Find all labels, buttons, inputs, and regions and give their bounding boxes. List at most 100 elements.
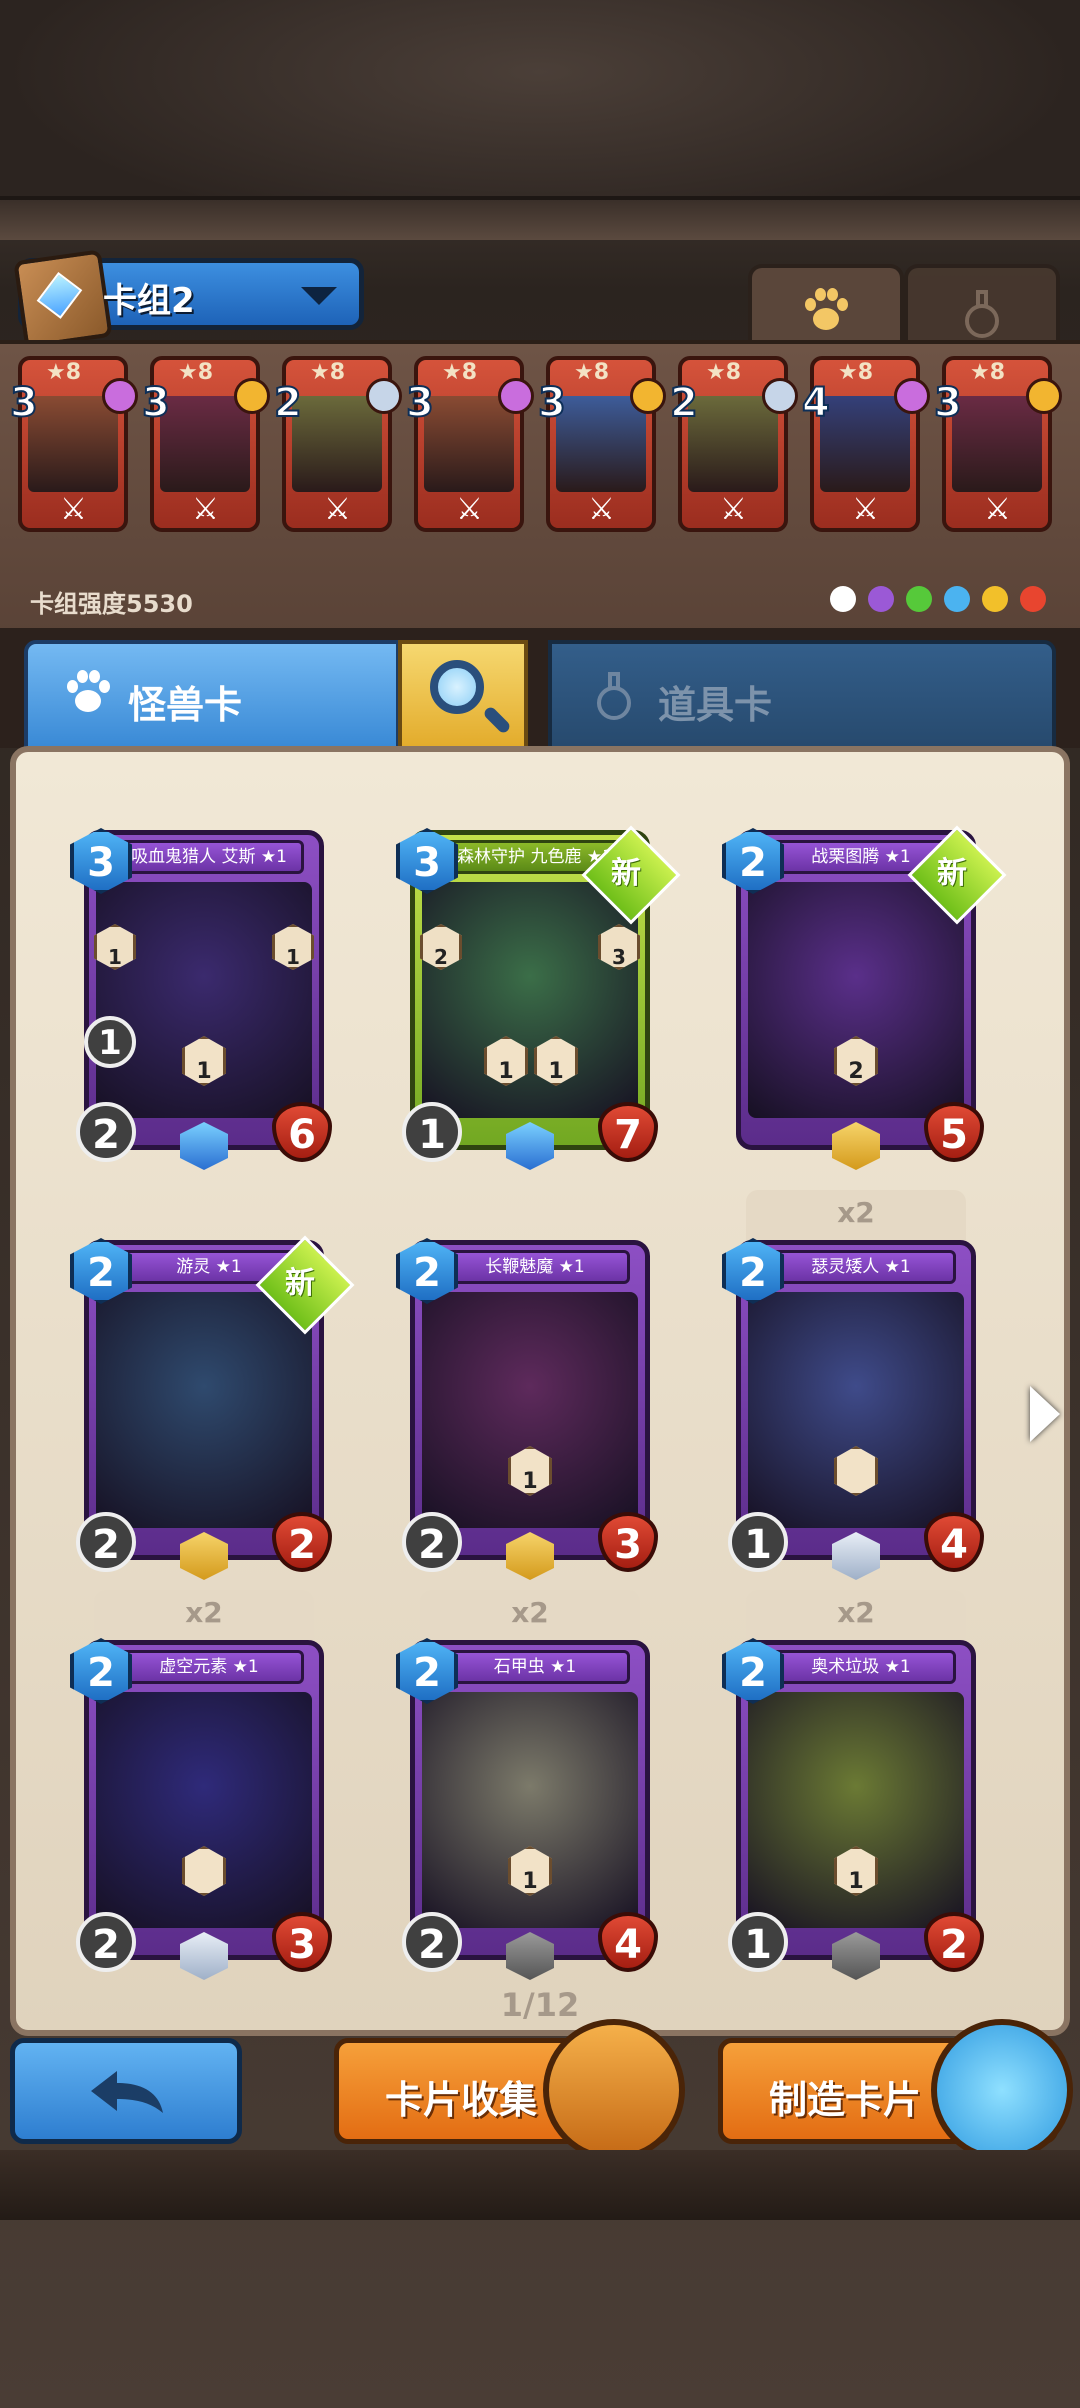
deck-card-star: ★8 <box>838 360 874 385</box>
deck-card-cost: 3 <box>405 379 435 427</box>
deck-card-slot[interactable]: ★8 3 ⚔ <box>9 356 138 534</box>
card-health: 4 <box>924 1512 984 1572</box>
sword-icon: ⚔ <box>852 492 879 527</box>
deck-card-star: ★8 <box>442 360 478 385</box>
deck-card-art <box>160 396 250 492</box>
deck-card-slot[interactable]: ★8 3 ⚔ <box>537 356 666 534</box>
element-filter-icon[interactable] <box>906 586 932 612</box>
monster-card[interactable]: x2 石甲虫 ★1 2 1 2 4 <box>396 1590 660 1980</box>
monster-card[interactable]: 森林守护 九色鹿 ★1 3 2 3 1 1 1 7 新 <box>396 825 681 1170</box>
flask-icon <box>961 288 1003 338</box>
monster-card[interactable]: x2 虚空元素 ★1 2 2 3 <box>70 1590 334 1980</box>
new-badge-label: 新 <box>937 856 968 892</box>
tab-item-cards[interactable]: 道具卡 <box>548 640 1056 750</box>
back-button[interactable] <box>10 2038 242 2144</box>
card-attack: 2 <box>76 1102 136 1162</box>
tab-monster-label: 怪兽卡 <box>128 683 243 727</box>
element-filter-icon[interactable] <box>868 586 894 612</box>
monster-card[interactable]: 长鞭魅魔 ★1 2 1 2 3 <box>396 1238 660 1580</box>
back-arrow-icon <box>91 2071 163 2113</box>
gem-icon <box>1026 378 1062 414</box>
card-count: x2 <box>185 1596 223 1629</box>
card-count: x2 <box>511 1596 549 1629</box>
deck-card-art <box>292 396 382 492</box>
monster-card[interactable]: x2 瑟灵矮人 ★1 2 1 4 <box>722 1190 986 1580</box>
sword-icon: ⚔ <box>60 492 87 527</box>
card-count: x2 <box>837 1196 875 1229</box>
flask-icon <box>593 670 635 720</box>
sword-icon: ⚔ <box>984 492 1011 527</box>
element-filter-icon[interactable] <box>982 586 1008 612</box>
deck-card-cost: 2 <box>273 379 303 427</box>
search-icon <box>430 660 484 714</box>
next-page-arrow-icon[interactable] <box>1030 1386 1060 1442</box>
bottom-bar <box>0 2150 1080 2220</box>
card-health: 7 <box>598 1102 658 1162</box>
deck-card-slot[interactable]: ★8 2 ⚔ <box>669 356 798 534</box>
deck-card-art <box>28 396 118 492</box>
deck-book-icon <box>13 249 113 349</box>
card-health: 3 <box>272 1912 332 1972</box>
monster-card[interactable]: x2 奥术垃圾 ★1 2 1 1 2 <box>722 1590 986 1980</box>
paw-icon <box>63 670 113 720</box>
card-collection-button[interactable]: 卡片收集 <box>334 2019 685 2161</box>
card-attack: 2 <box>402 1512 462 1572</box>
element-filter-icon[interactable] <box>944 586 970 612</box>
card-attack: 2 <box>76 1512 136 1572</box>
card-attack: 1 <box>402 1102 462 1162</box>
paw-icon <box>801 288 851 338</box>
card-health: 3 <box>598 1512 658 1572</box>
card-name: 石甲虫 ★1 <box>440 1650 630 1684</box>
card-health: 2 <box>924 1912 984 1972</box>
element-filter-icon[interactable] <box>830 586 856 612</box>
chevron-down-icon <box>301 287 337 305</box>
new-badge-label: 新 <box>285 1266 316 1302</box>
gem-icon <box>234 378 270 414</box>
monster-card[interactable]: 吸血鬼猎人 艾斯 ★1 3 1 1 1 1 2 6 <box>70 828 334 1170</box>
gem-icon <box>102 378 138 414</box>
deck-card-slot[interactable]: ★8 4 ⚔ <box>801 356 930 534</box>
sword-icon: ⚔ <box>192 492 219 527</box>
sword-icon: ⚔ <box>324 492 351 527</box>
deck-card-slot[interactable]: ★8 3 ⚔ <box>405 356 534 534</box>
sword-icon: ⚔ <box>720 492 747 527</box>
paw-potion-icon <box>931 2019 1073 2161</box>
deck-card-cost: 3 <box>933 379 963 427</box>
card-health: 6 <box>272 1102 332 1162</box>
deck-name: 卡组2 <box>103 281 195 321</box>
page-indicator: 1/12 <box>500 1986 580 2024</box>
gem-icon <box>366 378 402 414</box>
deck-card-star: ★8 <box>574 360 610 385</box>
card-name: 瑟灵矮人 ★1 <box>766 1250 956 1284</box>
deck-selector-dropdown[interactable]: 卡组2 <box>13 249 364 349</box>
element-filter-icon[interactable] <box>1020 586 1046 612</box>
deck-card-cost: 4 <box>801 379 831 427</box>
new-badge-label: 新 <box>611 856 642 892</box>
deck-card-slot[interactable]: ★8 2 ⚔ <box>273 356 402 534</box>
card-health: 5 <box>924 1102 984 1162</box>
deck-card-star: ★8 <box>178 360 214 385</box>
gem-icon <box>498 378 534 414</box>
deck-card-slot[interactable]: ★8 3 ⚔ <box>933 356 1062 534</box>
tab-monster-cards[interactable]: 怪兽卡 <box>24 640 400 750</box>
tab-item-label: 道具卡 <box>658 683 773 727</box>
deck-card-cost: 3 <box>9 379 39 427</box>
gem-icon <box>894 378 930 414</box>
deck-power: 卡组强度5530 <box>30 590 193 618</box>
monster-card[interactable]: 战栗图腾 ★1 2 2 5 新 <box>722 825 1007 1170</box>
craft-card-button[interactable]: 制造卡片 <box>718 2019 1073 2161</box>
card-count: x2 <box>837 1596 875 1629</box>
deck-card-star: ★8 <box>310 360 346 385</box>
monster-card[interactable]: 游灵 ★1 2 2 2 新 <box>70 1235 355 1580</box>
search-button[interactable] <box>398 640 528 750</box>
card-collection-label: 卡片收集 <box>385 2078 538 2122</box>
deck-card-star: ★8 <box>706 360 742 385</box>
deck-card-slot[interactable]: ★8 3 ⚔ <box>141 356 270 534</box>
card-attack: 1 <box>728 1512 788 1572</box>
deck-card-art <box>424 396 514 492</box>
gem-icon <box>630 378 666 414</box>
deck-card-cost: 3 <box>141 379 171 427</box>
deck-card-art <box>688 396 778 492</box>
card-name: 吸血鬼猎人 艾斯 ★1 <box>114 840 304 874</box>
card-name: 虚空元素 ★1 <box>114 1650 304 1684</box>
